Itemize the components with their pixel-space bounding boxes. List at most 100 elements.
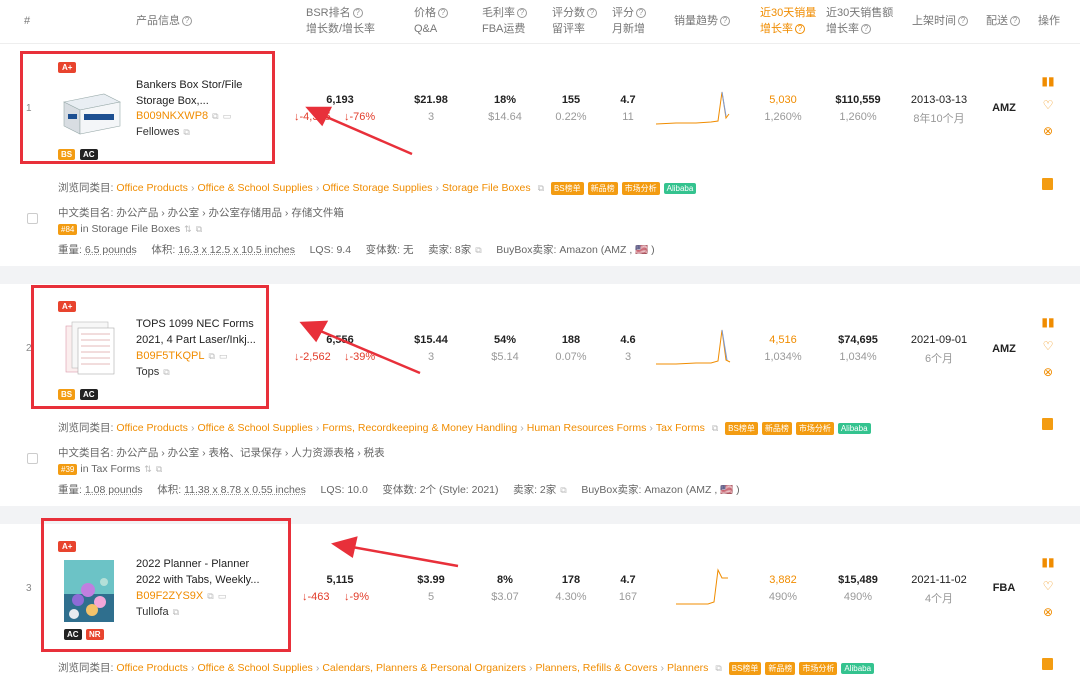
crumb-link[interactable]: Office & School Supplies <box>197 182 312 194</box>
buybox-value: BuyBox卖家: Amazon (AMZ , 🇺🇸 ) <box>581 484 740 496</box>
external-link-icon[interactable]: ⧉ <box>715 663 721 673</box>
col-rating-count[interactable]: 评分数? 留评率 <box>552 5 597 37</box>
crumb-link[interactable]: Office Products <box>116 182 188 194</box>
sales-trend-sparkline[interactable] <box>656 326 736 366</box>
col-margin[interactable]: 毛利率? FBA运费 <box>482 5 527 37</box>
new-list-tag[interactable]: 新品榜 <box>765 661 796 675</box>
category-rank: #39 in Tax Forms ⇅ ⧉ <box>58 463 162 475</box>
help-icon[interactable]: ? <box>636 8 646 19</box>
help-icon[interactable]: ? <box>517 8 527 19</box>
help-icon[interactable]: ? <box>795 24 805 35</box>
external-link-icon[interactable]: ⧉ <box>712 423 718 433</box>
chart-icon[interactable]: ▮▮ <box>1040 315 1056 329</box>
buybox-value: BuyBox卖家: Amazon (AMZ , 🇺🇸 ) <box>496 244 655 256</box>
highlight-box <box>31 285 269 409</box>
settings-icon[interactable]: ⊗ <box>1040 365 1056 379</box>
chart-icon[interactable]: ▮▮ <box>1040 555 1056 569</box>
bs-list-tag[interactable]: BS榜单 <box>725 421 758 435</box>
revenue30-value: $74,695 <box>838 334 878 346</box>
crumb-link[interactable]: Storage File Boxes <box>442 182 531 194</box>
heart-icon[interactable]: ♡ <box>1040 98 1056 112</box>
price-value: $3.99 <box>417 574 445 586</box>
revenue30-growth: 1,034% <box>839 351 877 363</box>
bs-list-tag[interactable]: BS榜单 <box>550 181 584 195</box>
help-icon[interactable]: ? <box>861 24 871 35</box>
help-icon[interactable]: ? <box>720 16 730 27</box>
col-revenue30[interactable]: 近30天销售额 增长率? <box>826 5 893 37</box>
crumb-link[interactable]: Office Products <box>116 662 188 674</box>
rating-count-value: 155 <box>561 94 581 106</box>
col-shipping[interactable]: 配送? <box>986 13 1020 29</box>
bsr-change-rate: ↓-39% <box>344 351 376 363</box>
col-qa-label: Q&A <box>414 23 438 35</box>
margin-value: 54% <box>493 334 517 346</box>
ledger-icon[interactable] <box>1042 658 1053 670</box>
external-link-icon[interactable]: ⧉ <box>560 485 566 495</box>
heart-icon[interactable]: ♡ <box>1040 579 1056 593</box>
help-icon[interactable]: ? <box>958 16 968 27</box>
help-icon[interactable]: ? <box>438 8 448 19</box>
ledger-icon[interactable] <box>1042 418 1053 430</box>
new-list-tag[interactable]: 新品榜 <box>761 421 792 435</box>
market-analysis-tag[interactable]: 市场分析 <box>799 661 838 675</box>
crumb-link[interactable]: Calendars, Planners & Personal Organizer… <box>322 662 526 674</box>
market-analysis-tag[interactable]: 市场分析 <box>795 421 834 435</box>
col-listed-label: 上架时间 <box>912 15 956 27</box>
sales-trend-sparkline[interactable] <box>676 566 736 606</box>
market-analysis-tag[interactable]: 市场分析 <box>621 181 660 195</box>
chart-icon[interactable]: ▮▮ <box>1040 74 1056 88</box>
crumb-link[interactable]: Tax Forms <box>656 422 705 434</box>
col-product-info[interactable]: 产品信息? <box>136 13 192 29</box>
col-bsr[interactable]: BSR排名? 增长数/增长率 <box>306 5 375 37</box>
ledger-icon[interactable] <box>1042 178 1053 190</box>
help-icon[interactable]: ? <box>182 16 192 27</box>
sort-icon[interactable]: ⇅ <box>144 464 152 474</box>
listed-ago: 4个月 <box>924 593 954 605</box>
row-checkbox[interactable] <box>27 213 38 224</box>
alibaba-tag[interactable]: Alibaba <box>841 662 875 674</box>
crumb-link[interactable]: Office & School Supplies <box>197 422 312 434</box>
crumb-link[interactable]: Human Resources Forms <box>527 422 647 434</box>
price-value: $15.44 <box>414 334 448 346</box>
col-sales30[interactable]: 近30天销量 增长率? <box>760 5 816 37</box>
crumb-link[interactable]: Planners, Refills & Covers <box>536 662 658 674</box>
annotation-arrow <box>351 545 459 568</box>
external-link-icon[interactable]: ⧉ <box>538 183 544 193</box>
bs-list-tag[interactable]: BS榜单 <box>728 661 762 675</box>
sort-icon[interactable]: ⇅ <box>184 224 192 234</box>
cn-category: 中文类目名: 办公产品 › 办公室 › 表格、记录保存 › 人力资源表格 › 税… <box>58 447 385 459</box>
col-listed[interactable]: 上架时间? <box>912 13 968 29</box>
help-icon[interactable]: ? <box>587 8 597 19</box>
col-sales-trend[interactable]: 销量趋势? <box>674 13 730 29</box>
volume-label: 体积: <box>157 484 182 496</box>
crumb-link[interactable]: Office Products <box>116 422 188 434</box>
crumb-link[interactable]: Office & School Supplies <box>197 662 312 674</box>
margin-value: 18% <box>493 94 517 106</box>
col-rating[interactable]: 评分? 月新增 <box>612 5 646 37</box>
crumb-link[interactable]: Planners <box>667 662 708 674</box>
rank-text[interactable]: in Tax Forms <box>80 463 140 475</box>
bsr-value: 6,556 <box>326 334 354 346</box>
settings-icon[interactable]: ⊗ <box>1040 124 1056 138</box>
col-price[interactable]: 价格? Q&A <box>414 5 448 37</box>
row-checkbox[interactable] <box>27 453 38 464</box>
new-list-tag[interactable]: 新品榜 <box>587 181 618 195</box>
external-link-icon[interactable]: ⧉ <box>475 245 481 255</box>
fba-fee-value: $5.14 <box>491 351 519 363</box>
external-link-icon[interactable]: ⧉ <box>156 464 162 474</box>
crumb-link[interactable]: Forms, Recordkeeping & Money Handling <box>322 422 517 434</box>
help-icon[interactable]: ? <box>352 8 363 19</box>
rank-text[interactable]: in Storage File Boxes <box>80 223 180 235</box>
col-sales30-growth-label: 增长率 <box>760 23 793 35</box>
settings-icon[interactable]: ⊗ <box>1040 605 1056 619</box>
external-link-icon[interactable]: ⧉ <box>196 224 202 234</box>
alibaba-tag[interactable]: Alibaba <box>837 422 871 434</box>
heart-icon[interactable]: ♡ <box>1040 339 1056 353</box>
sales-trend-sparkline[interactable] <box>656 88 736 126</box>
col-sales30-label: 近30天销量 <box>760 7 817 19</box>
volume-value: 16.3 x 12.5 x 10.5 inches <box>178 244 295 256</box>
alibaba-tag[interactable]: Alibaba <box>663 182 697 194</box>
variants-value: 变体数: 无 <box>365 244 414 256</box>
crumb-link[interactable]: Office Storage Supplies <box>322 182 432 194</box>
help-icon[interactable]: ? <box>1010 16 1020 27</box>
